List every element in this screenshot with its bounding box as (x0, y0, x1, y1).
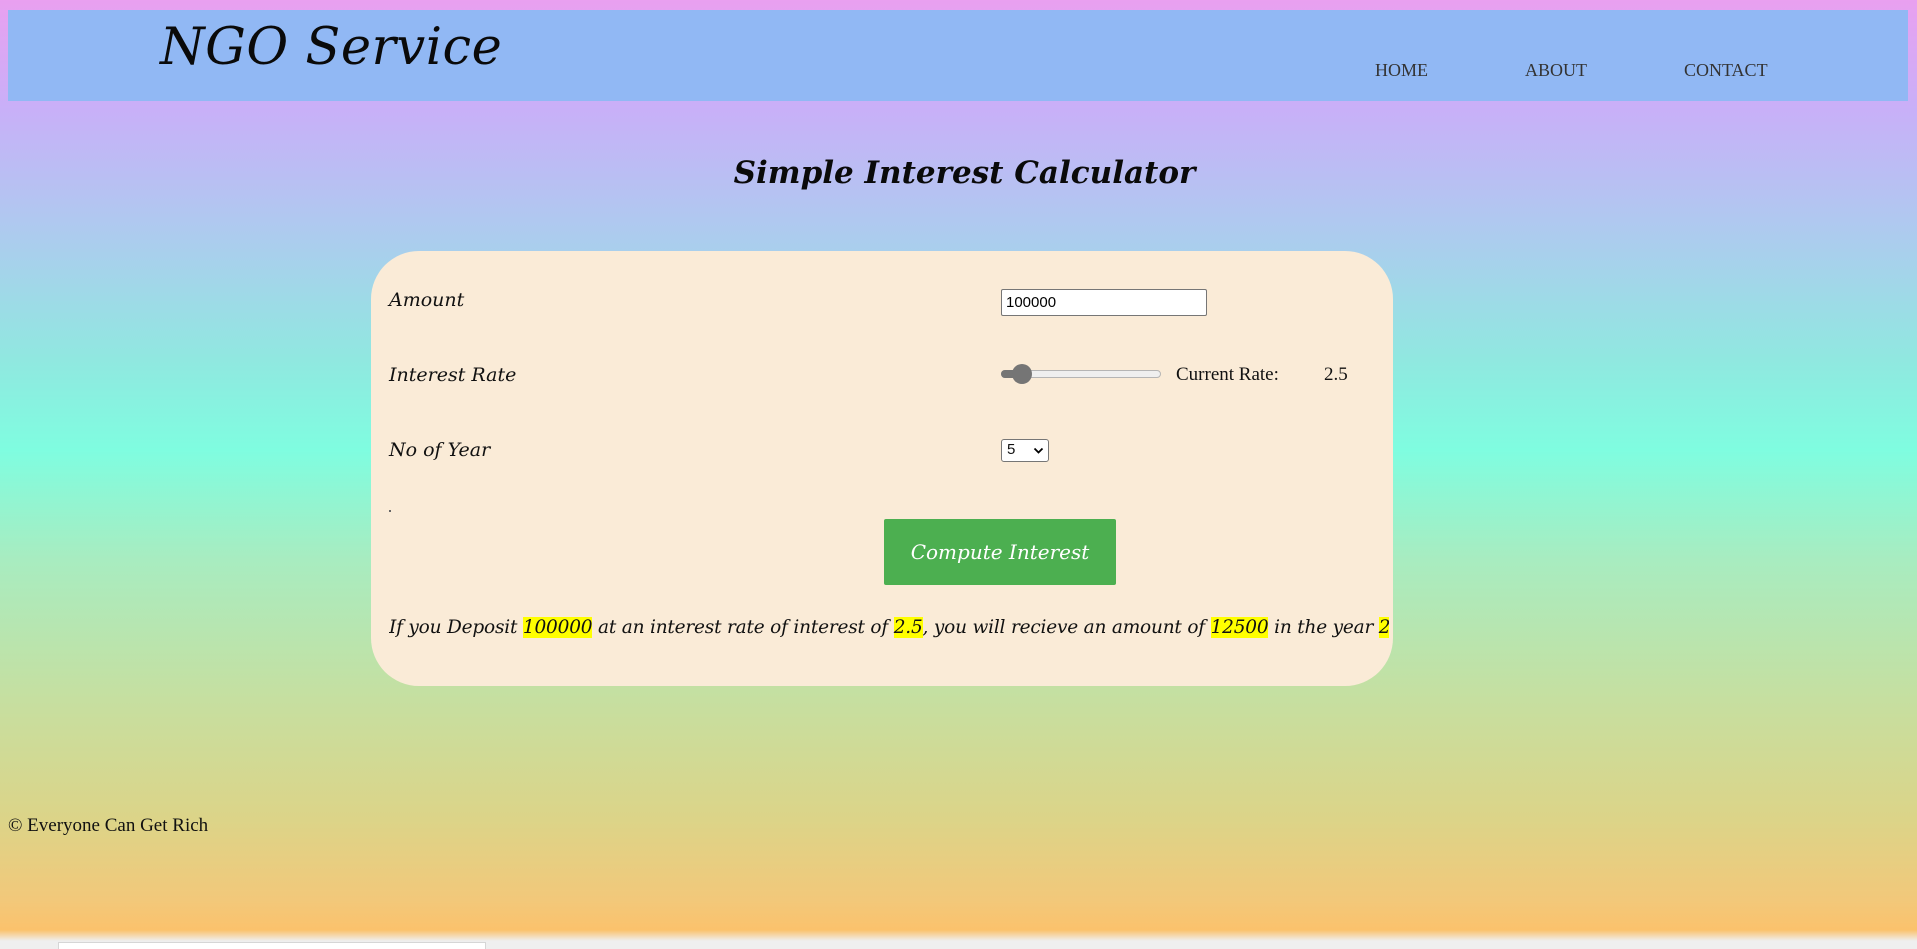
compute-interest-button[interactable]: Compute Interest (884, 519, 1116, 585)
result-year: 2026 (1378, 617, 1389, 638)
nav-home-link[interactable]: HOME (1375, 60, 1428, 81)
current-rate-value: 2.5 (1324, 364, 1348, 385)
result-text-part: If you Deposit (389, 617, 523, 638)
years-label: No of Year (389, 439, 491, 461)
result-interest: 12500 (1210, 617, 1269, 638)
amount-input[interactable] (1001, 289, 1207, 316)
result-rate: 2.5 (893, 617, 923, 638)
result-text-part: in the year (1268, 617, 1379, 638)
calculator-card: Amount Interest Rate Current Rate: 2.5 N… (371, 251, 1393, 686)
interest-rate-label: Interest Rate (389, 364, 517, 386)
current-rate-caption: Current Rate: (1176, 364, 1279, 385)
slider-thumb[interactable] (1012, 364, 1033, 384)
interest-rate-slider[interactable] (1001, 363, 1161, 385)
page: { "header": { "brand": "NGO Service", "n… (0, 0, 1917, 949)
footer-copyright: © Everyone Can Get Rich (8, 815, 209, 836)
header-bar: NGO Service HOME ABOUT CONTACT (8, 10, 1908, 101)
divider-dot (389, 510, 391, 512)
years-selected-value: 5 (1007, 441, 1016, 458)
result-text: If you Deposit 100000 at an interest rat… (389, 612, 1389, 644)
result-text-part: , you will recieve an amount of (922, 617, 1211, 638)
nav-contact-link[interactable]: CONTACT (1684, 60, 1768, 81)
bottom-tab (58, 942, 486, 949)
amount-label: Amount (389, 289, 465, 311)
result-amount: 100000 (522, 617, 593, 638)
result-text-part: at an interest rate of interest of (592, 617, 894, 638)
years-select[interactable]: 5 (1001, 439, 1049, 462)
brand-logo-text[interactable]: NGO Service (160, 18, 502, 77)
nav-about-link[interactable]: ABOUT (1525, 60, 1587, 81)
chevron-down-icon (1033, 447, 1044, 454)
page-title: Simple Interest Calculator (733, 155, 1196, 191)
